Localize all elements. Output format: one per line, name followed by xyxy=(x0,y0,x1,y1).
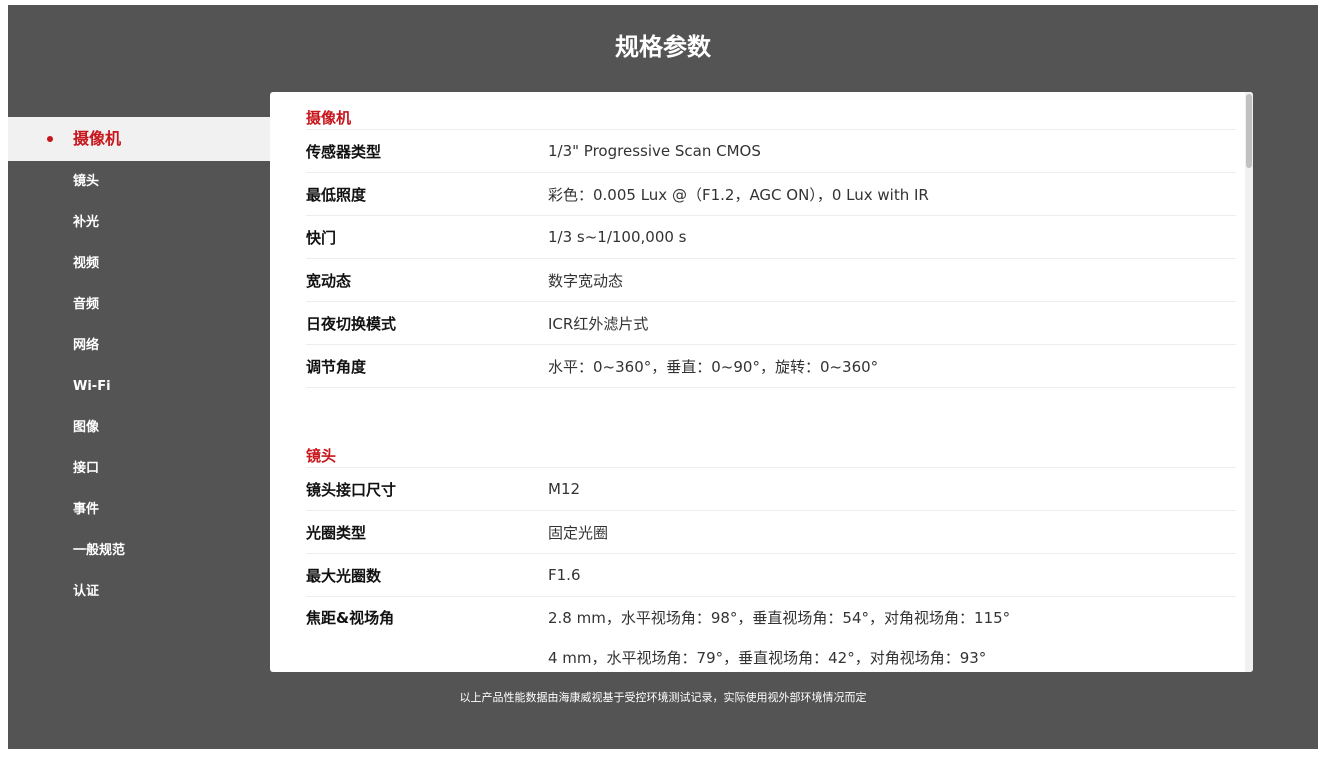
spec-value: 1/3 s~1/100,000 s xyxy=(548,228,687,246)
spec-row: 焦距&视场角 2.8 mm，水平视场角：98°，垂直视场角：54°，对角视场角：1… xyxy=(306,597,1236,637)
sidebar-item-interface[interactable]: 接口 xyxy=(8,448,270,489)
spec-content: 摄像机 传感器类型 1/3" Progressive Scan CMOS 最低照度… xyxy=(306,92,1236,672)
scrollbar-thumb[interactable] xyxy=(1246,94,1252,168)
spec-row: 日夜切换模式 ICR红外滤片式 xyxy=(306,302,1236,345)
spec-row: 镜头接口尺寸 M12 xyxy=(306,468,1236,511)
spec-label: 光圈类型 xyxy=(306,523,367,542)
sidebar-item-image[interactable]: 图像 xyxy=(8,407,270,448)
sidebar-nav: 摄像机 镜头 补光 视频 音频 网络 Wi-Fi 图像 接口 事件 一般规范 认… xyxy=(8,117,270,612)
spec-value: F1.6 xyxy=(548,566,581,584)
spec-label: 调节角度 xyxy=(306,357,367,376)
sidebar-item-label: 网络 xyxy=(73,338,100,353)
active-dot-icon xyxy=(47,136,53,142)
section-title-camera: 摄像机 xyxy=(306,92,1236,130)
spec-label: 日夜切换模式 xyxy=(306,314,397,333)
sidebar-item-wifi[interactable]: Wi-Fi xyxy=(8,366,270,407)
spec-value: 2.8 mm，水平视场角：98°，垂直视场角：54°，对角视场角：115° xyxy=(548,608,1011,627)
section-title-lens: 镜头 xyxy=(306,430,1236,468)
sidebar-item-camera[interactable]: 摄像机 xyxy=(8,117,270,161)
sidebar-item-label: Wi-Fi xyxy=(73,379,111,394)
spec-value: 4 mm，水平视场角：79°，垂直视场角：42°，对角视场角：93° xyxy=(548,648,987,667)
spec-row: 光圈类型 固定光圈 xyxy=(306,511,1236,554)
sidebar-item-certification[interactable]: 认证 xyxy=(8,571,270,612)
spec-panel[interactable]: 摄像机 传感器类型 1/3" Progressive Scan CMOS 最低照度… xyxy=(270,92,1253,672)
spec-page: 规格参数 摄像机 镜头 补光 视频 音频 网络 Wi-Fi 图像 接口 事件 一… xyxy=(8,5,1318,749)
footer-disclaimer: 以上产品性能数据由海康威视基于受控环境测试记录，实际使用视外部环境情况而定 xyxy=(459,691,867,704)
sidebar-item-label: 一般规范 xyxy=(73,543,126,558)
spec-value: 固定光圈 xyxy=(548,523,609,542)
sidebar-item-label: 图像 xyxy=(73,420,100,435)
sidebar-item-label: 音频 xyxy=(73,297,100,312)
sidebar-item-label: 事件 xyxy=(73,502,100,517)
sidebar-item-label: 镜头 xyxy=(73,174,100,189)
sidebar-item-event[interactable]: 事件 xyxy=(8,489,270,530)
panel-scrollbar[interactable] xyxy=(1245,92,1253,672)
spec-label: 宽动态 xyxy=(306,271,352,290)
sidebar-item-label: 摄像机 xyxy=(73,129,122,148)
sidebar-item-network[interactable]: 网络 xyxy=(8,325,270,366)
spec-label: 最低照度 xyxy=(306,185,367,204)
spec-row: 传感器类型 1/3" Progressive Scan CMOS xyxy=(306,130,1236,173)
sidebar-item-label: 接口 xyxy=(73,461,100,476)
spec-row: 4 mm，水平视场角：79°，垂直视场角：42°，对角视场角：93° xyxy=(306,637,1236,672)
sidebar-item-video[interactable]: 视频 xyxy=(8,243,270,284)
spec-value: 水平：0~360°，垂直：0~90°，旋转：0~360° xyxy=(548,357,879,376)
spec-value: 彩色：0.005 Lux @（F1.2，AGC ON），0 Lux with I… xyxy=(548,185,929,204)
page-title: 规格参数 xyxy=(615,33,711,61)
spec-row: 宽动态 数字宽动态 xyxy=(306,259,1236,302)
spec-label: 焦距&视场角 xyxy=(306,608,395,627)
spec-label: 快门 xyxy=(306,228,337,247)
spec-value: M12 xyxy=(548,480,581,498)
spec-row: 最大光圈数 F1.6 xyxy=(306,554,1236,597)
spec-value: 数字宽动态 xyxy=(548,271,624,290)
spec-value: ICR红外滤片式 xyxy=(548,314,649,333)
sidebar-item-illumination[interactable]: 补光 xyxy=(8,202,270,243)
sidebar-item-lens[interactable]: 镜头 xyxy=(8,161,270,202)
sidebar-item-label: 认证 xyxy=(73,584,100,599)
spec-row: 最低照度 彩色：0.005 Lux @（F1.2，AGC ON），0 Lux wi… xyxy=(306,173,1236,216)
spec-label: 传感器类型 xyxy=(306,142,382,161)
sidebar-item-label: 补光 xyxy=(73,215,100,230)
spec-row: 调节角度 水平：0~360°，垂直：0~90°，旋转：0~360° xyxy=(306,345,1236,388)
spec-label: 最大光圈数 xyxy=(306,566,382,585)
spec-row: 快门 1/3 s~1/100,000 s xyxy=(306,216,1236,259)
sidebar-item-label: 视频 xyxy=(73,256,100,271)
spec-value: 1/3" Progressive Scan CMOS xyxy=(548,142,761,160)
sidebar-item-general[interactable]: 一般规范 xyxy=(8,530,270,571)
spec-label: 镜头接口尺寸 xyxy=(306,480,397,499)
sidebar-item-audio[interactable]: 音频 xyxy=(8,284,270,325)
